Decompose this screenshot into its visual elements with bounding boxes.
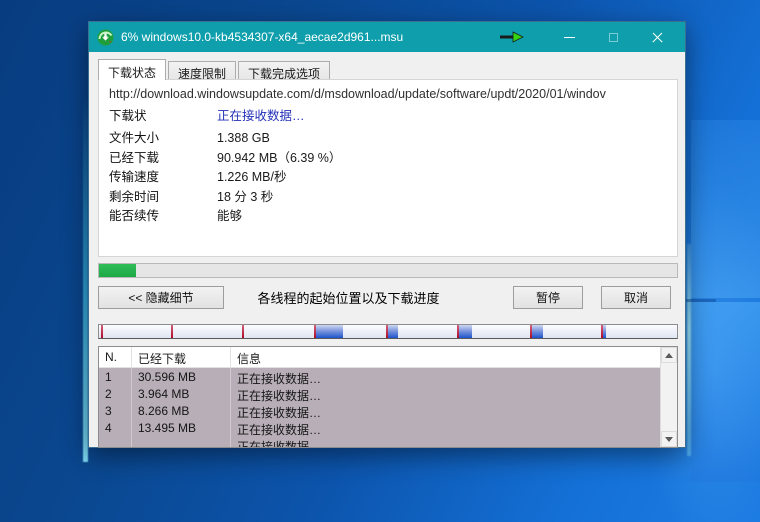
cell-info: 正在接收数据… [231,436,660,447]
maximize-icon [609,33,618,42]
threads-table: N. 已经下载 信息 1 30.596 MB 正在接收数据… 2 3.964 M… [98,346,678,448]
thread-start-marker [457,325,459,338]
thread-start-marker [242,325,244,338]
field-download-state: 下载状 正在接收数据… [109,108,667,124]
minimize-icon [564,37,575,38]
header-n[interactable]: N. [99,347,132,367]
progress-fill [99,264,136,277]
field-file-size: 文件大小 1.388 GB [109,130,667,146]
cell-downloaded [132,436,231,447]
field-label: 已经下载 [109,150,217,166]
wallpaper-window-pane [691,120,760,298]
field-value: 1.226 MB/秒 [217,169,286,185]
thread-start-marker [601,325,603,338]
table-row[interactable]: 3 8.266 MB 正在接收数据… [99,402,660,419]
field-label: 传输速度 [109,169,217,185]
header-downloaded[interactable]: 已经下载 [132,347,231,367]
titlebar[interactable]: 6% windows10.0-kb4534307-x64_aecae2d961.… [89,22,685,52]
field-time-left: 剩余时间 18 分 3 秒 [109,189,667,205]
field-label: 剩余时间 [109,189,217,205]
field-downloaded: 已经下载 90.942 MB（6.39 %） [109,150,667,166]
header-info[interactable]: 信息 [231,347,660,367]
table-header: N. 已经下载 信息 [99,347,660,368]
field-value: 1.388 GB [217,130,270,146]
threads-caption: 各线程的起始位置以及下载进度 [224,288,513,307]
cell-n: 3 [99,402,132,419]
cell-n: 4 [99,419,132,436]
thread-progress-bar [98,324,678,339]
field-resume-capability: 能否续传 能够 [109,208,667,224]
action-row: << 隐藏细节 各线程的起始位置以及下载进度 暂停 取消 [98,286,678,309]
cell-n: 1 [99,368,132,385]
table-body: 1 30.596 MB 正在接收数据… 2 3.964 MB 正在接收数据… 3… [99,368,660,447]
minimize-button[interactable] [547,22,591,52]
cell-info: 正在接收数据… [231,419,660,436]
close-icon [652,32,663,43]
field-value: 18 分 3 秒 [217,189,273,205]
cell-n: 2 [99,385,132,402]
wallpaper-pane-seam [686,299,716,302]
tab-speed-limit[interactable]: 速度限制 [168,61,236,80]
cell-downloaded: 8.266 MB [132,402,231,419]
thread-start-marker [101,325,103,338]
table-row[interactable]: 正在接收数据… [99,436,660,447]
idm-logo-icon [97,29,114,46]
chevron-down-icon [665,437,673,442]
tab-bar: 下载状态 速度限制 下载完成选项 [98,59,332,80]
field-label: 能否续传 [109,208,217,224]
download-url: http://download.windowsupdate.com/d/msdo… [109,87,667,101]
field-value: 正在接收数据… [217,108,305,124]
thread-downloaded-blob [603,325,606,338]
wallpaper-pane-edge [687,244,691,456]
close-button[interactable] [635,22,679,52]
idm-download-window: 6% windows10.0-kb4534307-x64_aecae2d961.… [88,21,686,448]
download-status-panel: http://download.windowsupdate.com/d/msdo… [98,79,678,257]
hide-details-button[interactable]: << 隐藏细节 [98,286,224,309]
thread-downloaded-blob [316,325,344,338]
cell-downloaded: 30.596 MB [132,368,231,385]
thread-downloaded-blob [387,325,397,338]
thread-downloaded-blob [531,325,543,338]
cell-downloaded: 3.964 MB [132,385,231,402]
cancel-button[interactable]: 取消 [601,286,671,309]
window-title: 6% windows10.0-kb4534307-x64_aecae2d961.… [121,30,499,44]
maximize-button[interactable] [591,22,635,52]
pause-button[interactable]: 暂停 [513,286,583,309]
thread-start-marker [314,325,316,338]
table-row[interactable]: 1 30.596 MB 正在接收数据… [99,368,660,385]
field-value: 能够 [217,208,242,224]
vertical-scrollbar[interactable] [660,347,677,447]
cell-info: 正在接收数据… [231,368,660,385]
cell-info: 正在接收数据… [231,402,660,419]
cell-n [99,436,132,447]
table-row[interactable]: 2 3.964 MB 正在接收数据… [99,385,660,402]
overall-progress-bar [98,263,678,278]
scheduler-arrow-icon[interactable] [499,31,525,43]
field-transfer-rate: 传输速度 1.226 MB/秒 [109,169,667,185]
thread-start-marker [530,325,532,338]
wallpaper-window-pane [691,302,760,482]
table-row[interactable]: 4 13.495 MB 正在接收数据… [99,419,660,436]
field-value: 90.942 MB（6.39 %） [217,150,341,166]
tab-download-status[interactable]: 下载状态 [98,59,166,80]
thread-start-marker [386,325,388,338]
tab-on-complete-options[interactable]: 下载完成选项 [238,61,330,80]
field-label: 文件大小 [109,130,217,146]
cell-downloaded: 13.495 MB [132,419,231,436]
chevron-up-icon [665,353,673,358]
thread-downloaded-blob [459,325,472,338]
field-label: 下载状 [109,108,217,124]
scroll-down-button[interactable] [661,431,677,447]
scroll-up-button[interactable] [661,347,677,363]
cell-info: 正在接收数据… [231,385,660,402]
thread-start-marker [171,325,173,338]
